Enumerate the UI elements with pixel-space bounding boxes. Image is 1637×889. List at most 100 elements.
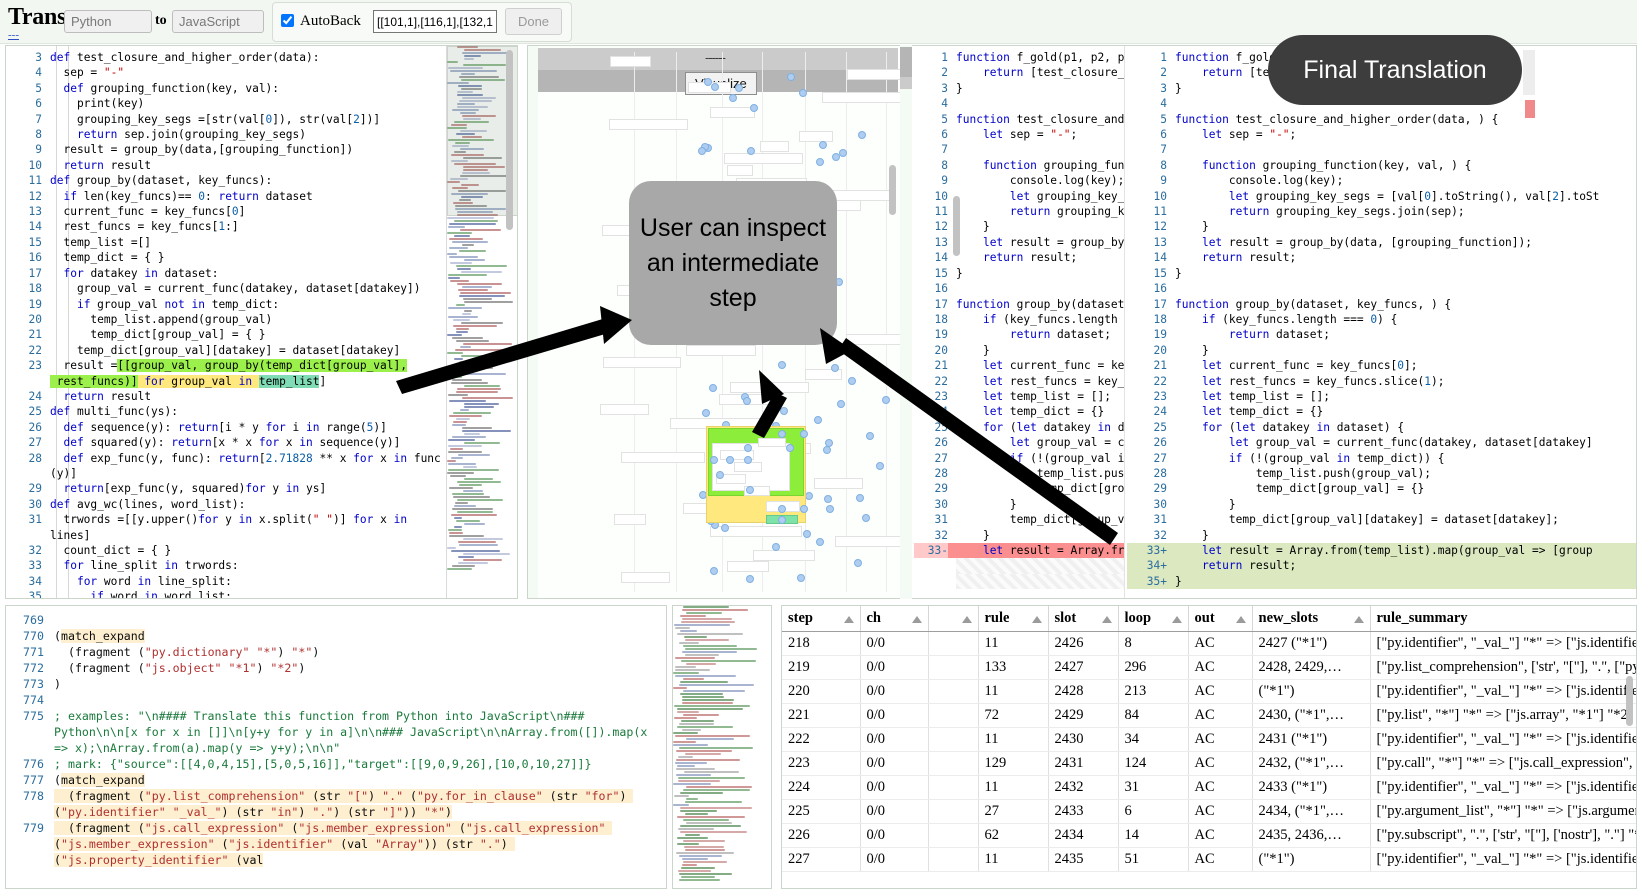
code-line[interactable]: 779 (fragment ("js.call_expression" ("js… xyxy=(6,820,662,868)
graph-port-dot[interactable] xyxy=(854,559,862,567)
table-cell-out[interactable]: AC xyxy=(1188,847,1253,872)
table-cell-blank[interactable] xyxy=(928,823,979,848)
graph-port-dot[interactable] xyxy=(882,396,890,404)
table-cell-out[interactable]: AC xyxy=(1188,727,1253,752)
table-header-row[interactable]: step ch rule slot loop out new_slots rule_summa… xyxy=(782,606,1636,632)
graph-node[interactable] xyxy=(603,357,681,368)
graph-port-dot[interactable] xyxy=(843,346,851,354)
table-row[interactable]: 226 0/0 62 2434 14 AC 2435, 2436,… ["py.subscri… xyxy=(782,823,1636,848)
table-cell-blank[interactable] xyxy=(928,703,979,728)
table-cell-out[interactable]: AC xyxy=(1188,703,1253,728)
table-cell-rule_summary[interactable]: ["py.identifier", "_val_"] "*" => ["js.i… xyxy=(1370,631,1636,656)
table-row[interactable]: 223 0/0 129 2431 124 AC 2432, ("*1",… ["py.call… xyxy=(782,751,1636,776)
done-button[interactable]: Done xyxy=(505,8,562,35)
table-cell-step[interactable]: 219 xyxy=(782,655,861,680)
graph-node[interactable] xyxy=(835,536,902,547)
table-cell-ch[interactable]: 0/0 xyxy=(860,751,929,776)
code-line[interactable]: 11 return grouping_key_segs.join(sep); xyxy=(1127,204,1636,219)
code-line[interactable]: 33+ let result = Array.from(temp_list).m… xyxy=(1127,543,1636,559)
code-line[interactable]: 19 if group_val not in temp_dict: xyxy=(8,297,517,312)
code-line[interactable]: 25 def multi_func(ys): xyxy=(8,404,517,419)
graph-port-dot[interactable] xyxy=(814,416,822,424)
code-line[interactable]: 21 let current_func = key_funcs[0]; xyxy=(1127,358,1636,373)
code-line[interactable]: 22 temp_dict[group_val][datakey] = datas… xyxy=(8,343,517,358)
code-line[interactable]: 25 for (let datakey in dataset) { xyxy=(1127,420,1636,435)
graph-port-dot[interactable] xyxy=(837,400,845,408)
table-cell-rule_summary[interactable]: ["py.identifier", "_val_"] "*" => ["js.i… xyxy=(1370,847,1636,872)
rules-minimap[interactable] xyxy=(672,605,772,889)
graph-port-dot[interactable] xyxy=(721,524,729,532)
graph-port-dot[interactable] xyxy=(698,147,706,155)
table-cell-slot[interactable]: 2426 xyxy=(1048,631,1119,656)
code-line[interactable]: 18 if (key_funcs.length xyxy=(914,312,1124,327)
table-cell-new_slots[interactable]: 2435, 2436,… xyxy=(1252,823,1371,848)
table-cell-new_slots[interactable]: 2427 ("*1") xyxy=(1252,631,1371,656)
code-line[interactable]: 9 console.log(key); xyxy=(914,173,1124,188)
code-line[interactable]: 3} xyxy=(914,81,1124,96)
code-line[interactable]: 7 grouping_key_segs =[str(val[0]), str(v… xyxy=(8,112,517,127)
table-cell-out[interactable]: AC xyxy=(1188,775,1253,800)
table-row[interactable]: 220 0/0 11 2428 213 AC ("*1") ["py.identifier",… xyxy=(782,679,1636,704)
code-line[interactable]: 6 let sep = "-"; xyxy=(1127,127,1636,142)
graph-port-dot[interactable] xyxy=(819,141,827,149)
code-line[interactable]: 775; examples: "\n#### Translate this fu… xyxy=(6,708,662,756)
code-line[interactable]: 13 let result = group_by(data, [grouping… xyxy=(1127,235,1636,250)
code-line[interactable]: 12 } xyxy=(1127,219,1636,234)
table-cell-loop[interactable]: 296 xyxy=(1118,655,1189,680)
code-line[interactable]: 6 print(key) xyxy=(8,96,517,111)
graph-port-dot[interactable] xyxy=(824,495,832,503)
sort-ascending-icon[interactable] xyxy=(843,616,854,623)
code-line[interactable]: 28 temp_list.push(group_val); xyxy=(1127,466,1636,481)
trace-table-body[interactable]: 218 0/0 11 2426 8 AC 2427 ("*1") ["py.identifie… xyxy=(782,631,1636,872)
code-line[interactable]: 29 return[exp_func(y, squared)for y in y… xyxy=(8,481,517,496)
sort-ascending-icon[interactable] xyxy=(1235,616,1246,623)
graph-port-dot[interactable] xyxy=(816,538,824,546)
code-line[interactable]: 31 temp_dict[group_val][datakey] = datas… xyxy=(1127,512,1636,527)
code-line[interactable]: 9 console.log(key); xyxy=(1127,173,1636,188)
table-column-header[interactable] xyxy=(928,606,979,632)
code-line[interactable]: 20 } xyxy=(914,343,1124,358)
code-line[interactable]: 29 temp_dict[group_val] = {} xyxy=(1127,481,1636,496)
graph-port-dot[interactable] xyxy=(709,384,717,392)
table-cell-rule_summary[interactable]: ["py.identifier", "_val_"] "*" => ["js.i… xyxy=(1370,775,1636,800)
graph-node[interactable] xyxy=(686,345,756,356)
graph-port-dot[interactable] xyxy=(848,377,856,385)
graph-port-dot[interactable] xyxy=(711,83,719,91)
graph-port-dot[interactable] xyxy=(799,89,807,97)
code-line[interactable]: 7 xyxy=(914,142,1124,157)
python-vertical-scrollbar[interactable] xyxy=(505,50,514,595)
code-line[interactable]: 23 let temp_list = []; xyxy=(1127,389,1636,404)
code-line[interactable]: 28 def exp_func(y, func): return[2.71828… xyxy=(8,451,517,482)
code-line[interactable]: 5 function test_closure_and_higher_order(… xyxy=(1127,112,1636,127)
table-cell-step[interactable]: 225 xyxy=(782,799,861,824)
table-cell-slot[interactable]: 2427 xyxy=(1048,655,1119,680)
table-row[interactable]: 218 0/0 11 2426 8 AC 2427 ("*1") ["py.identifie… xyxy=(782,631,1636,656)
table-cell-blank[interactable] xyxy=(928,847,979,872)
table-row[interactable]: 225 0/0 27 2433 6 AC 2434, ("*1",… ["py.argumen… xyxy=(782,799,1636,824)
code-line[interactable]: 20 temp_list.append(group_val) xyxy=(8,312,517,327)
code-line[interactable]: 17 function group_by(dataset, key_funcs, … xyxy=(1127,297,1636,312)
sort-ascending-icon[interactable] xyxy=(1031,616,1042,623)
app-subtitle-link[interactable]: --- xyxy=(8,30,19,41)
table-cell-step[interactable]: 218 xyxy=(782,631,861,656)
table-cell-new_slots[interactable]: ("*1") xyxy=(1252,679,1371,704)
table-cell-blank[interactable] xyxy=(928,727,979,752)
code-line[interactable]: 21 let current_func = ke xyxy=(914,358,1124,373)
table-row[interactable]: 227 0/0 11 2435 51 AC ("*1") ["py.identifier", … xyxy=(782,847,1636,872)
table-cell-step[interactable]: 223 xyxy=(782,751,861,776)
table-cell-loop[interactable]: 34 xyxy=(1118,727,1189,752)
graph-port-dot[interactable] xyxy=(826,505,834,513)
js-final-code[interactable]: 1function f_gold(p1, p2, p3, p4) {2 retu… xyxy=(1127,50,1636,598)
table-cell-slot[interactable]: 2432 xyxy=(1048,775,1119,800)
graph-port-dot[interactable] xyxy=(868,360,876,368)
table-cell-rule_summary[interactable]: ["py.identifier", "_val_"] "*" => ["js.i… xyxy=(1370,679,1636,704)
graph-node[interactable] xyxy=(760,141,789,152)
table-row[interactable]: 224 0/0 11 2432 31 AC 2433 ("*1") ["py.identifi… xyxy=(782,775,1636,800)
table-row[interactable]: 219 0/0 133 2427 296 AC 2428, 2429,… ["py.list_… xyxy=(782,655,1636,680)
code-line[interactable]: 33- let result = Array.fr xyxy=(914,543,1124,559)
graph-port-dot[interactable] xyxy=(866,432,874,440)
trace-table-panel[interactable]: step ch rule slot loop out new_slots rule_summa… xyxy=(781,605,1637,889)
graph-port-dot[interactable] xyxy=(816,158,824,166)
graph-port-dot[interactable] xyxy=(778,361,786,369)
graph-port-dot[interactable] xyxy=(735,84,743,92)
